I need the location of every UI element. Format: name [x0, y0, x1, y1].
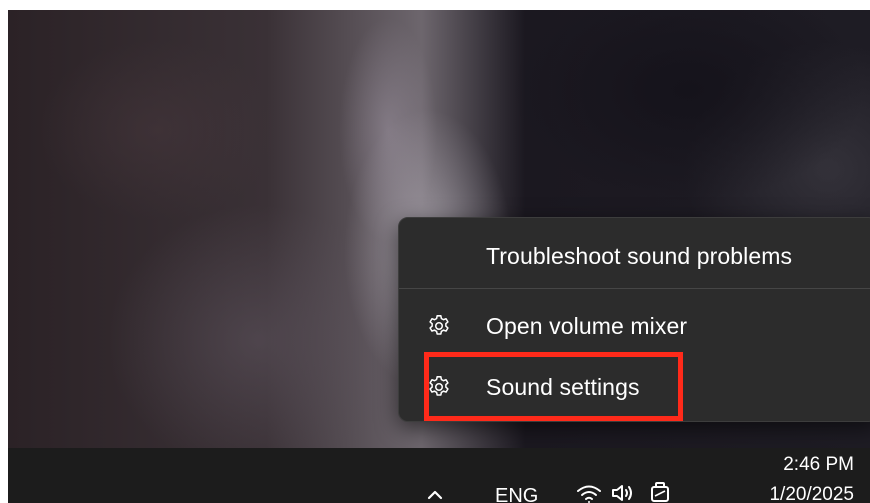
language-indicator[interactable]: ENG — [495, 485, 538, 503]
gear-icon — [426, 313, 452, 339]
sound-context-menu: Troubleshoot sound problems Open volume … — [398, 217, 870, 422]
chevron-up-icon[interactable] — [423, 484, 447, 503]
menu-item-sound-settings[interactable]: Sound settings — [399, 363, 870, 411]
clock-time[interactable]: 2:46 PM — [744, 454, 854, 476]
clock-date[interactable]: 1/20/2025 — [744, 484, 854, 503]
menu-item-label: Troubleshoot sound problems — [486, 242, 793, 269]
taskbar: ENG 2:46 PM 1/20/2025 — [8, 448, 870, 503]
menu-item-open-volume-mixer[interactable]: Open volume mixer — [399, 302, 870, 350]
menu-item-label: Open volume mixer — [486, 312, 688, 339]
menu-item-label: Sound settings — [486, 373, 640, 400]
speaker-icon[interactable] — [608, 480, 638, 503]
gear-icon — [426, 374, 452, 400]
menu-divider — [399, 288, 870, 289]
menu-item-troubleshoot-sound[interactable]: Troubleshoot sound problems — [399, 232, 870, 280]
battery-icon[interactable] — [645, 480, 675, 503]
wifi-icon[interactable] — [574, 480, 604, 503]
